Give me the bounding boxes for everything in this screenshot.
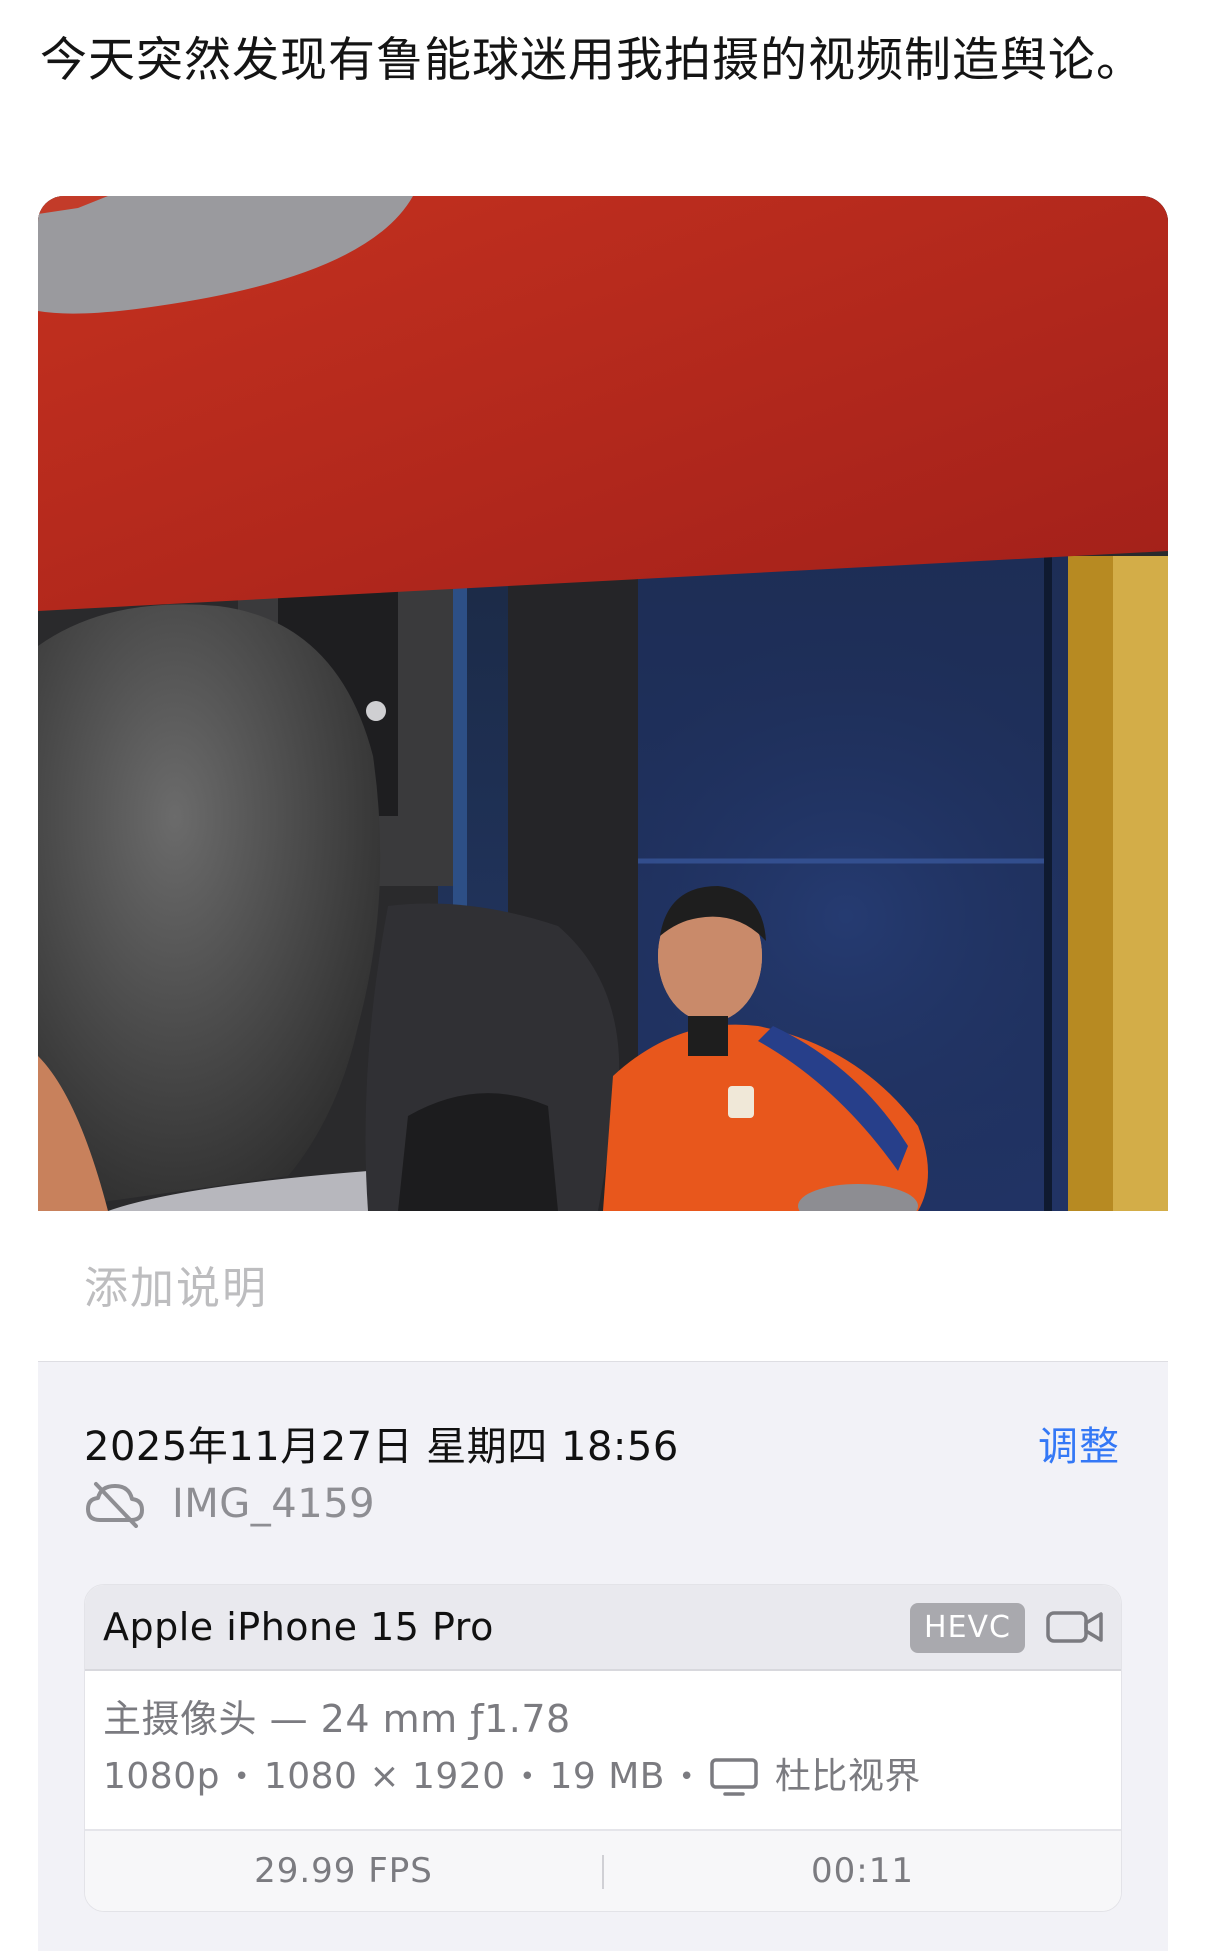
video-thumbnail[interactable] xyxy=(38,196,1168,1211)
camera-lens-info: 主摄像头 — 24 mm ƒ1.78 xyxy=(103,1697,571,1741)
video-frame-image xyxy=(38,196,1168,1211)
file-size-label: 19 MB xyxy=(549,1756,665,1797)
card-footer: 29.99 FPS 00:11 xyxy=(85,1829,1121,1911)
post-text: 今天突然发现有鲁能球迷用我拍摄的视频制造舆论。 xyxy=(40,33,1144,88)
display-icon xyxy=(710,1758,758,1796)
card-body: 主摄像头 — 24 mm ƒ1.78 1080p • 1080 × 1920 •… xyxy=(103,1691,921,1807)
dimensions-label: 1080 × 1920 xyxy=(263,1756,506,1797)
frame-rate: 29.99 FPS xyxy=(254,1851,433,1891)
card-header: Apple iPhone 15 Pro HEVC xyxy=(85,1585,1121,1671)
metadata-card: Apple iPhone 15 Pro HEVC 主摄像头 — 24 mm ƒ1… xyxy=(84,1584,1122,1912)
resolution-label: 1080p xyxy=(103,1756,220,1797)
hdr-format-label: 杜比视界 xyxy=(774,1756,921,1797)
separator-dot: • xyxy=(233,1762,250,1792)
adjust-button[interactable]: 调整 xyxy=(1038,1414,1120,1472)
filename-row: IMG_4159 xyxy=(84,1480,375,1528)
filename: IMG_4159 xyxy=(172,1481,376,1527)
duration: 00:11 xyxy=(811,1851,914,1891)
device-name: Apple iPhone 15 Pro xyxy=(103,1605,494,1649)
cloud-slash-icon xyxy=(86,1482,144,1528)
info-panel: 2025年11月27日 星期四 18:56 调整 IMG_4159 Apple … xyxy=(38,1361,1168,1951)
separator-dot: • xyxy=(678,1762,695,1792)
separator-dot: • xyxy=(519,1762,536,1792)
video-camera-icon xyxy=(1046,1611,1103,1643)
caption-area xyxy=(38,1211,1168,1361)
codec-badge: HEVC xyxy=(910,1603,1025,1653)
video-specs: 1080p • 1080 × 1920 • 19 MB • 杜比视界 xyxy=(103,1747,921,1807)
caption-input[interactable] xyxy=(84,1263,684,1314)
screenshot-page: 今天突然发现有鲁能球迷用我拍摄的视频制造舆论。 添加说明 2025年11月27日… xyxy=(0,0,1212,1951)
capture-datetime: 2025年11月27日 星期四 18:56 xyxy=(84,1424,679,1470)
